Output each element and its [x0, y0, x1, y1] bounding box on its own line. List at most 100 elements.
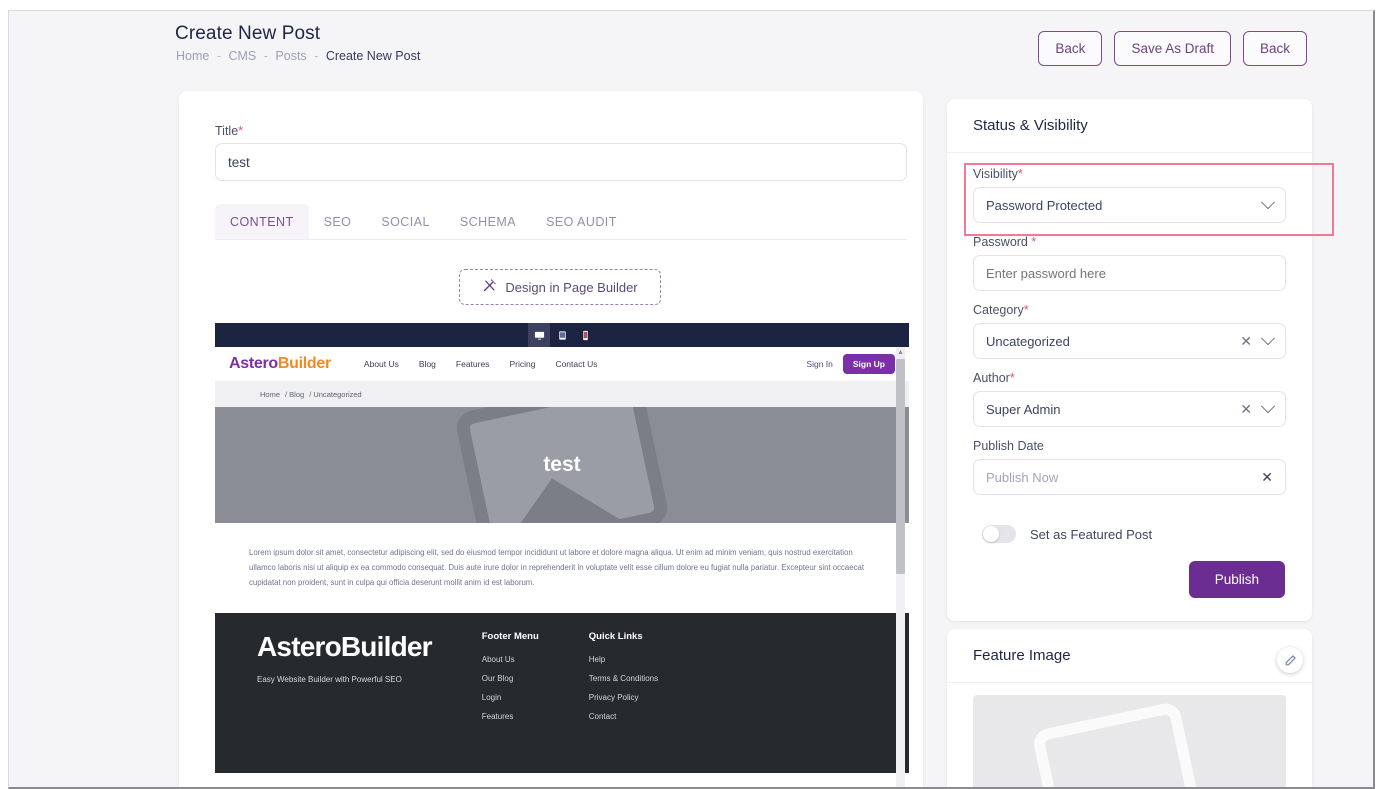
magic-wand-icon	[482, 278, 497, 296]
preview-nav-features[interactable]: Features	[456, 359, 490, 369]
feature-image-title: Feature Image	[973, 647, 1071, 664]
chevron-down-icon[interactable]	[1260, 399, 1276, 414]
breadcrumb-separator: -	[216, 49, 221, 63]
clear-author-icon[interactable]: ✕	[1240, 402, 1252, 416]
breadcrumb-separator: -	[263, 49, 268, 63]
preview-navbar: AsteroBuilder About Us Blog Features Pri…	[215, 347, 909, 381]
tab-seo[interactable]: SEO	[309, 204, 367, 239]
tab-seo-audit[interactable]: SEO AUDIT	[531, 204, 632, 239]
clear-category-icon[interactable]: ✕	[1240, 334, 1252, 348]
tab-schema[interactable]: SCHEMA	[445, 204, 531, 239]
required-asterisk: *	[1023, 303, 1029, 317]
card-divider	[947, 682, 1312, 683]
editor-tabs: CONTENT SEO SOCIAL SCHEMA SEO AUDIT	[215, 204, 907, 240]
feature-image-preview[interactable]	[973, 695, 1286, 787]
breadcrumb-separator: -	[314, 49, 319, 63]
preview-scrollbar[interactable]: ▲	[896, 347, 905, 787]
editor-card: Title* CONTENT SEO SOCIAL SCHEMA SEO AUD…	[179, 91, 923, 787]
author-value: Super Admin	[986, 401, 1061, 417]
preview-nav-about-us[interactable]: About Us	[364, 359, 399, 369]
placeholder-image-icon	[1031, 700, 1203, 787]
preview-hero-title: test	[543, 453, 581, 476]
title-input[interactable]	[215, 143, 907, 181]
visibility-label: Visibility*	[973, 167, 1023, 181]
required-asterisk: *	[238, 124, 244, 138]
preview-body-text: Lorem ipsum dolor sit amet, consectetur …	[215, 523, 909, 613]
back-button-secondary[interactable]: Back	[1242, 31, 1307, 66]
scrollbar-thumb[interactable]	[896, 359, 905, 574]
status-visibility-card: Status & Visibility Visibility* Password…	[947, 99, 1334, 621]
design-button-label: Design in Page Builder	[505, 279, 638, 295]
preview-breadcrumb-home[interactable]: Home	[260, 390, 280, 399]
footer-link-help[interactable]: Help	[589, 655, 658, 664]
visibility-select[interactable]: Password Protected	[973, 187, 1286, 223]
footer-link-our-blog[interactable]: Our Blog	[482, 674, 539, 683]
footer-menu-heading: Footer Menu	[481, 630, 539, 642]
visibility-value: Password Protected	[986, 197, 1103, 213]
preview-footer-menu-column: Footer Menu About Us Our Blog Login Feat…	[482, 631, 539, 755]
chevron-down-icon[interactable]	[1260, 195, 1276, 210]
category-select[interactable]: Uncategorized ✕	[973, 323, 1286, 359]
preview-nav-actions: Sign In Sign Up	[806, 354, 895, 374]
footer-link-about-us[interactable]: About Us	[482, 655, 539, 664]
preview-footer: AsteroBuilder Easy Website Builder with …	[215, 612, 909, 773]
footer-link-login[interactable]: Login	[482, 693, 539, 702]
breadcrumb-item-cms[interactable]: CMS	[228, 49, 256, 63]
tablet-view-icon[interactable]	[551, 323, 573, 347]
chevron-down-icon[interactable]	[1260, 331, 1276, 346]
preview-breadcrumb-category[interactable]: / Uncategorized	[309, 390, 362, 399]
breadcrumb-item-posts[interactable]: Posts	[275, 49, 306, 63]
category-label: Category*	[973, 303, 1029, 317]
preview-device-toolbar	[215, 323, 909, 347]
publish-date-value: Publish Now	[986, 469, 1059, 485]
feature-image-card: Feature Image	[947, 629, 1312, 787]
preview-nav-menu: About Us Blog Features Pricing Contact U…	[364, 359, 598, 369]
password-input[interactable]	[973, 255, 1286, 291]
top-action-buttons: Back Save As Draft Back	[1038, 31, 1307, 66]
preview-quick-links-column: Quick Links Help Terms & Conditions Priv…	[589, 631, 658, 755]
breadcrumb-item-home[interactable]: Home	[176, 49, 209, 63]
toggle-knob	[983, 526, 999, 542]
scroll-up-arrow-icon[interactable]: ▲	[896, 347, 905, 359]
pencil-icon[interactable]	[1277, 647, 1303, 673]
preview-breadcrumb-blog[interactable]: / Blog	[285, 390, 304, 399]
footer-link-contact[interactable]: Contact	[589, 712, 658, 721]
featured-post-label: Set as Featured Post	[1030, 526, 1153, 542]
preview-logo: AsteroBuilder	[229, 355, 331, 372]
category-value: Uncategorized	[986, 333, 1070, 349]
save-as-draft-button[interactable]: Save As Draft	[1114, 31, 1231, 66]
preview-breadcrumb: Home / Blog / Uncategorized	[215, 381, 909, 407]
preview-footer-brand: AsteroBuilder Easy Website Builder with …	[257, 630, 433, 755]
design-in-page-builder-button[interactable]: Design in Page Builder	[459, 269, 661, 305]
preview-nav-blog[interactable]: Blog	[419, 359, 436, 369]
footer-link-features[interactable]: Features	[482, 712, 539, 721]
preview-sign-in-link[interactable]: Sign In	[806, 359, 832, 369]
publish-date-label: Publish Date	[973, 439, 1044, 453]
required-asterisk: *	[1017, 167, 1023, 181]
footer-link-terms[interactable]: Terms & Conditions	[589, 674, 658, 683]
footer-link-privacy[interactable]: Privacy Policy	[589, 693, 658, 702]
preview-nav-pricing[interactable]: Pricing	[509, 359, 535, 369]
required-asterisk: *	[1031, 235, 1037, 249]
preview-sign-up-button[interactable]: Sign Up	[842, 354, 895, 374]
featured-post-row: Set as Featured Post	[982, 525, 1152, 543]
preview-footer-logo: AsteroBuilder	[257, 630, 433, 662]
breadcrumb-item-current: Create New Post	[325, 49, 421, 63]
tab-social[interactable]: SOCIAL	[366, 204, 445, 239]
preview-nav-contact-us[interactable]: Contact Us	[555, 359, 597, 369]
set-as-featured-post-toggle[interactable]	[982, 525, 1016, 543]
app-window: Create New Post Home - CMS - Posts - Cre…	[8, 10, 1375, 789]
clear-publish-date-icon[interactable]: ✕	[1261, 470, 1273, 484]
preview-page: AsteroBuilder About Us Blog Features Pri…	[215, 347, 909, 787]
author-select[interactable]: Super Admin ✕	[973, 391, 1286, 427]
back-button[interactable]: Back	[1038, 31, 1103, 66]
publish-date-field[interactable]: Publish Now ✕	[973, 459, 1286, 495]
preview-footer-tagline: Easy Website Builder with Powerful SEO	[257, 674, 402, 684]
publish-button[interactable]: Publish	[1188, 561, 1285, 598]
page-title: Create New Post	[175, 23, 321, 44]
breadcrumb: Home - CMS - Posts - Create New Post	[176, 49, 420, 63]
author-label: Author*	[973, 371, 1015, 385]
mobile-view-icon[interactable]	[574, 323, 596, 347]
tab-content[interactable]: CONTENT	[215, 204, 309, 239]
desktop-view-icon[interactable]	[528, 323, 550, 347]
